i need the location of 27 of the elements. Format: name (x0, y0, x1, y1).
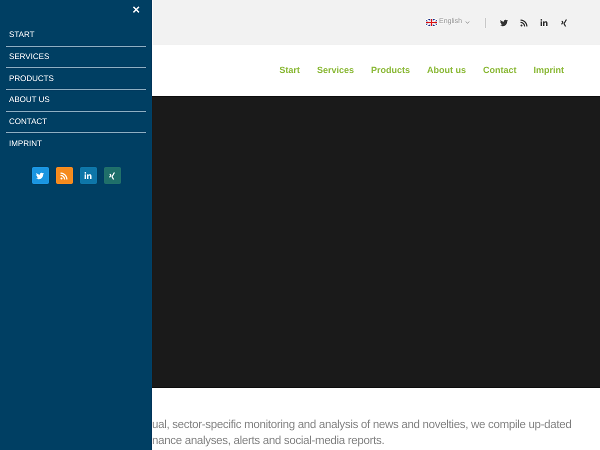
bird-icon (500, 18, 508, 26)
social-button[interactable] (80, 167, 96, 184)
xing-icon (108, 172, 116, 180)
drawer-menu-item[interactable]: ABOUT US (6, 90, 146, 112)
bird-icon (36, 172, 44, 180)
rss-icon (60, 172, 68, 180)
linkedin-icon (540, 18, 548, 26)
social-link[interactable] (520, 18, 528, 26)
close-button[interactable]: × (132, 3, 140, 16)
intro-text: nance analyses, alerts and social-media reports. (152, 434, 386, 449)
intro-text: ual, sector-specific monitoring and analysis of news and novelties, we compile up-dated (152, 418, 572, 433)
rss-icon (520, 18, 528, 26)
flag-icon (426, 19, 438, 26)
xing-icon (560, 18, 568, 26)
drawer-menu-item[interactable]: CONTACT (6, 112, 146, 134)
social-link[interactable] (560, 18, 568, 26)
social-link[interactable] (540, 18, 548, 26)
drawer-menu-item[interactable]: START (6, 25, 146, 47)
caret-icon (464, 19, 471, 26)
social-button[interactable] (104, 167, 120, 184)
drawer-menu-item[interactable]: SERVICES (6, 46, 146, 68)
linkedin-icon (84, 172, 92, 180)
drawer-menu-item[interactable]: IMPRINT (6, 133, 146, 156)
social-button[interactable] (32, 167, 48, 184)
social-button[interactable] (56, 167, 72, 184)
drawer-menu-item[interactable]: PRODUCTS (6, 68, 146, 90)
social-link[interactable] (500, 18, 508, 26)
